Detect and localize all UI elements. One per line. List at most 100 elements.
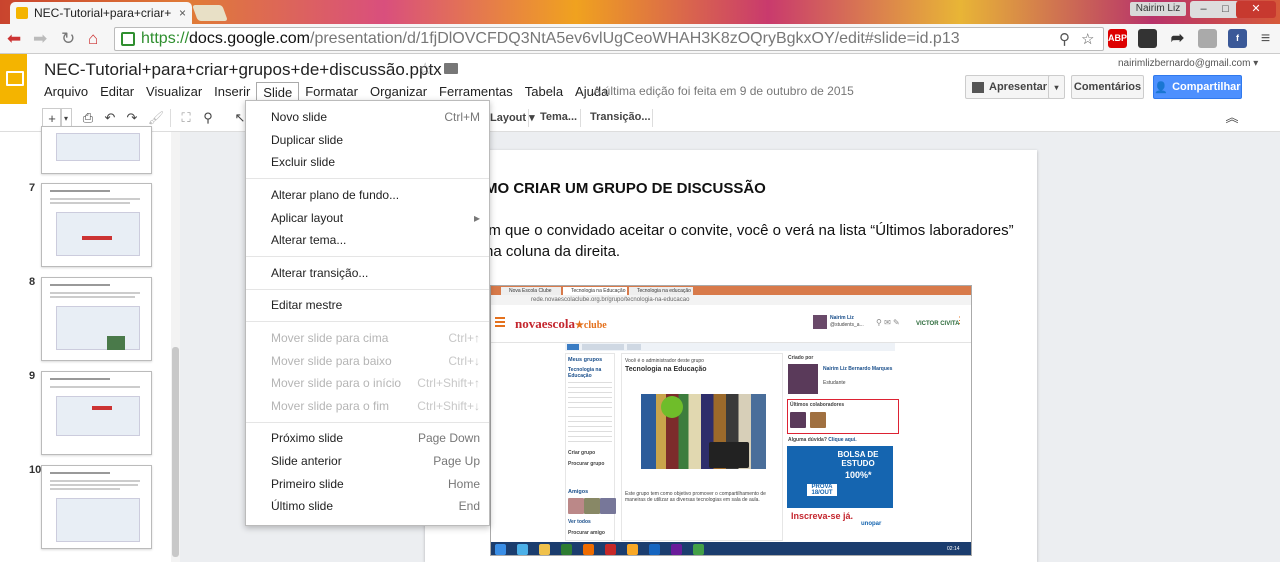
menu-organizar[interactable]: Organizar bbox=[364, 82, 433, 102]
zoom-icon[interactable]: ⚲ bbox=[198, 108, 218, 128]
present-dropdown-button[interactable]: ▾ bbox=[1048, 75, 1065, 99]
shot-nav-active bbox=[567, 344, 579, 350]
bookmark-star-icon[interactable]: ☆ bbox=[1081, 30, 1094, 48]
share-arrow-icon[interactable]: ➦ bbox=[1168, 29, 1187, 48]
menu-item-mover-para-fim: Mover slide para o fim Ctrl+Shift+↓ bbox=[246, 395, 489, 418]
thumb-line bbox=[50, 292, 140, 294]
search-icon[interactable]: ⚲ bbox=[1059, 30, 1070, 48]
thumb-screenshot bbox=[56, 133, 140, 161]
home-icon[interactable]: ⌂ bbox=[88, 29, 98, 49]
menu-slide[interactable]: Slide bbox=[256, 82, 300, 102]
menu-item-label: Mover slide para o fim bbox=[271, 398, 390, 413]
taskbar-app-icon bbox=[649, 544, 660, 555]
fit-icon[interactable]: ⛶ bbox=[176, 108, 196, 128]
redo-icon[interactable]: ↷ bbox=[122, 108, 142, 128]
undo-icon[interactable]: ↶ bbox=[100, 108, 120, 128]
menu-visualizar[interactable]: Visualizar bbox=[140, 82, 208, 102]
menu-tabela[interactable]: Tabela bbox=[519, 82, 569, 102]
shot-tab: Tecnologia na educação bbox=[629, 287, 693, 295]
menu-item-novo-slide[interactable]: Novo slide Ctrl+M bbox=[246, 106, 489, 129]
maximize-button[interactable]: □ bbox=[1212, 1, 1239, 18]
menu-item-proximo-slide[interactable]: Próximo slide Page Down bbox=[246, 427, 489, 450]
shot-creator-avatar bbox=[788, 364, 818, 394]
paint-format-icon[interactable]: 🖌 bbox=[146, 108, 166, 128]
shot-group-desc: Este grupo tem como objetivo promover o … bbox=[625, 491, 766, 503]
puzzle-extension-icon[interactable] bbox=[1198, 29, 1217, 48]
document-title[interactable]: NEC-Tutorial+para+criar+grupos+de+discus… bbox=[44, 60, 442, 80]
slides-favicon-icon bbox=[16, 7, 28, 19]
slide-heading[interactable]: MO CRIAR UM GRUPO DE DISCUSSÃO bbox=[485, 180, 766, 197]
film-extension-icon[interactable] bbox=[1138, 29, 1157, 48]
address-bar[interactable]: https:// docs.google.com /presentation/d… bbox=[114, 27, 1104, 51]
shot-procurar-grupo: Procurar grupo bbox=[568, 461, 605, 467]
forward-arrow-icon[interactable]: ➡ bbox=[33, 29, 47, 49]
menu-item-primeiro-slide[interactable]: Primeiro slide Home bbox=[246, 472, 489, 495]
new-tab-button[interactable] bbox=[192, 5, 228, 21]
shot-ver-todos: Ver todos bbox=[568, 519, 591, 525]
shot-collab-avatar bbox=[790, 412, 806, 428]
menu-item-ultimo-slide[interactable]: Último slide End bbox=[246, 495, 489, 518]
menu-item-alterar-transicao[interactable]: Alterar transição... bbox=[246, 262, 489, 285]
comments-button[interactable]: Comentários bbox=[1071, 75, 1144, 99]
present-button[interactable]: Apresentar bbox=[965, 75, 1053, 99]
browser-user-chip[interactable]: Nairim Liz bbox=[1130, 2, 1186, 16]
slide-number-8: 8 bbox=[29, 276, 36, 288]
window-close-button[interactable]: ✕ bbox=[1236, 1, 1276, 18]
menu-arquivo[interactable]: Arquivo bbox=[38, 82, 94, 102]
folder-icon[interactable] bbox=[444, 63, 458, 74]
tab-close-icon[interactable]: × bbox=[179, 6, 186, 20]
slides-logo-icon[interactable] bbox=[0, 54, 27, 104]
slide-thumbnail-8[interactable] bbox=[41, 277, 152, 361]
collapse-chevron-up-icon[interactable]: ︽ bbox=[1222, 108, 1242, 128]
menu-item-aplicar-layout[interactable]: Aplicar layout ▸ bbox=[246, 206, 489, 229]
account-email[interactable]: nairimlizbernardo@gmail.com ▾ bbox=[1118, 58, 1258, 69]
menu-item-excluir-slide[interactable]: Excluir slide bbox=[246, 151, 489, 174]
menu-item-alterar-plano-de-fundo[interactable]: Alterar plano de fundo... bbox=[246, 184, 489, 207]
menu-editar[interactable]: Editar bbox=[94, 82, 140, 102]
menu-item-duplicar-slide[interactable]: Duplicar slide bbox=[246, 129, 489, 152]
browser-tab-active[interactable]: NEC-Tutorial+para+criar+ × bbox=[10, 2, 192, 24]
shot-friend-avatar bbox=[568, 498, 584, 514]
slide-body-text[interactable]: im que o convidado aceitar o convite, vo… bbox=[485, 220, 1025, 262]
menu-item-mover-para-cima: Mover slide para cima Ctrl+↑ bbox=[246, 327, 489, 350]
adblock-icon[interactable]: ABP bbox=[1108, 29, 1127, 48]
filmstrip-scrollbar-thumb[interactable] bbox=[172, 347, 179, 557]
nova-escola-logo: novaescola★clube bbox=[515, 316, 607, 332]
share-button[interactable]: 👤 Compartilhar bbox=[1153, 75, 1242, 99]
menu-item-alterar-tema[interactable]: Alterar tema... bbox=[246, 229, 489, 252]
chrome-menu-icon[interactable]: ≡ bbox=[1256, 29, 1275, 48]
shot-last-collab: Últimos colaboradores bbox=[790, 402, 845, 408]
shot-header-icons: ⚲ ✉ ✎ bbox=[876, 318, 900, 327]
menu-separator bbox=[246, 256, 489, 258]
url-host: docs.google.com bbox=[189, 30, 310, 47]
print-icon[interactable]: ⎙ bbox=[78, 108, 98, 128]
menu-item-shortcut: Ctrl+Shift+↑ bbox=[417, 376, 480, 391]
menu-inserir[interactable]: Inserir bbox=[208, 82, 256, 102]
current-slide[interactable]: MO CRIAR UM GRUPO DE DISCUSSÃO im que o … bbox=[425, 150, 1037, 562]
theme-button[interactable]: Tema... bbox=[540, 111, 577, 123]
shot-procurar-amigo: Procurar amigo bbox=[568, 530, 605, 536]
facebook-icon[interactable]: f bbox=[1228, 29, 1247, 48]
new-slide-dropdown-icon[interactable]: ▾ bbox=[60, 108, 72, 128]
new-slide-plus-icon[interactable]: + bbox=[42, 108, 62, 128]
thumb-line bbox=[50, 378, 110, 380]
menu-ferramentas[interactable]: Ferramentas bbox=[433, 82, 519, 102]
shot-address: rede.novaescolaclube.org.br/grupo/tecnol… bbox=[491, 295, 971, 305]
menu-item-slide-anterior[interactable]: Slide anterior Page Up bbox=[246, 450, 489, 473]
slide-thumbnail-10[interactable] bbox=[41, 465, 152, 549]
menu-formatar[interactable]: Formatar bbox=[299, 82, 364, 102]
menu-item-editar-mestre[interactable]: Editar mestre bbox=[246, 294, 489, 317]
slide-thumbnail-9[interactable] bbox=[41, 371, 152, 455]
star-icon[interactable]: ☆ bbox=[418, 59, 432, 79]
reload-icon[interactable]: ↻ bbox=[61, 29, 75, 49]
menu-separator bbox=[246, 288, 489, 290]
transition-button[interactable]: Transição... bbox=[590, 111, 651, 123]
back-arrow-icon[interactable]: ⬅ bbox=[7, 29, 21, 49]
shot-laptop-image bbox=[709, 442, 749, 468]
embedded-screenshot[interactable]: Nova Escola Clube Tecnologia na Educação… bbox=[490, 285, 972, 556]
slide-thumbnail-6[interactable] bbox=[41, 126, 152, 174]
thumb-line bbox=[50, 484, 138, 486]
last-edit-status[interactable]: A última edição foi feita em 9 de outubr… bbox=[593, 84, 854, 98]
docs-header: NEC-Tutorial+para+criar+grupos+de+discus… bbox=[0, 54, 1280, 104]
slide-thumbnail-7[interactable] bbox=[41, 183, 152, 267]
